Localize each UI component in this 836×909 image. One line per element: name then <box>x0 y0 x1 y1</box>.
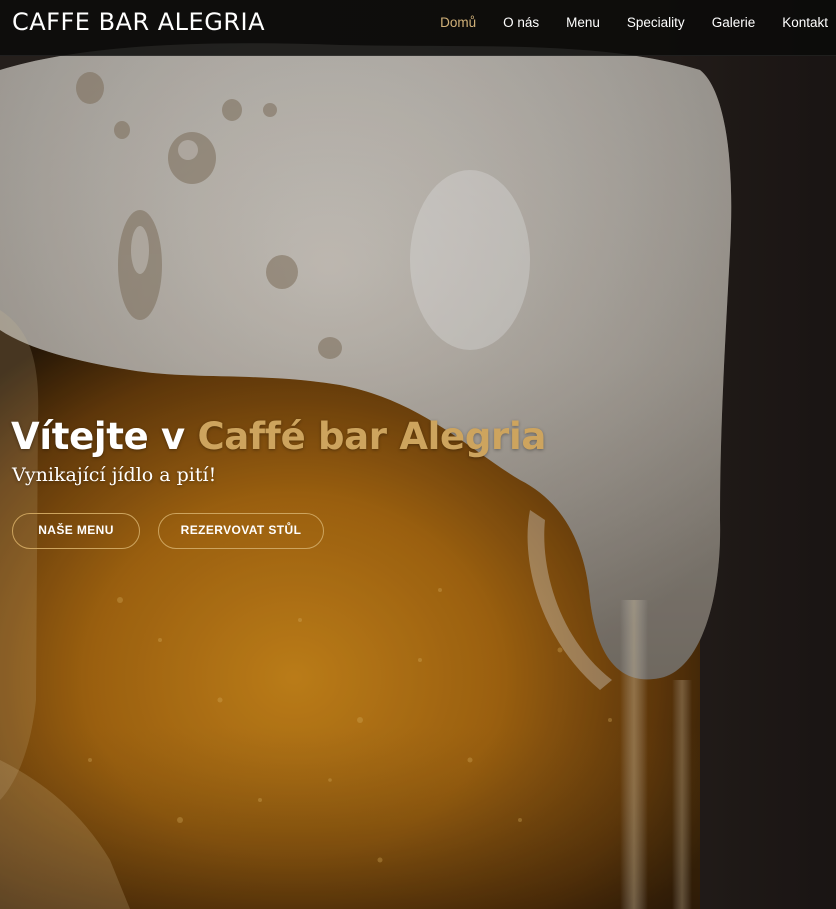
hero-title-prefix: Vítejte v <box>11 415 198 458</box>
nav-item-o-nas[interactable]: O nás <box>476 14 539 32</box>
nav-item-kontakt[interactable]: Kontakt <box>755 14 828 32</box>
our-menu-button[interactable]: Naše Menu <box>12 513 140 549</box>
hero-title: Vítejte v Caffé bar Alegria <box>11 412 546 462</box>
site-header: CAFFE BAR ALEGRIA Domů O nás Menu Specia… <box>0 0 836 56</box>
site-logo[interactable]: CAFFE BAR ALEGRIA <box>12 8 265 36</box>
nav-item-domu[interactable]: Domů <box>413 14 476 32</box>
main-nav: Domů O nás Menu Speciality Galerie Konta… <box>413 14 828 32</box>
nav-item-speciality[interactable]: Speciality <box>600 14 685 32</box>
hero-subtitle: Vynikající jídlo a pití! <box>12 464 217 486</box>
page: CAFFE BAR ALEGRIA Domů O nás Menu Specia… <box>0 0 836 909</box>
nav-item-galerie[interactable]: Galerie <box>685 14 756 32</box>
nav-item-menu[interactable]: Menu <box>539 14 600 32</box>
hero-buttons: Naše Menu Rezervovat stůl <box>12 513 324 549</box>
hero-title-accent: Caffé bar Alegria <box>197 415 547 458</box>
book-table-button[interactable]: Rezervovat stůl <box>158 513 324 549</box>
